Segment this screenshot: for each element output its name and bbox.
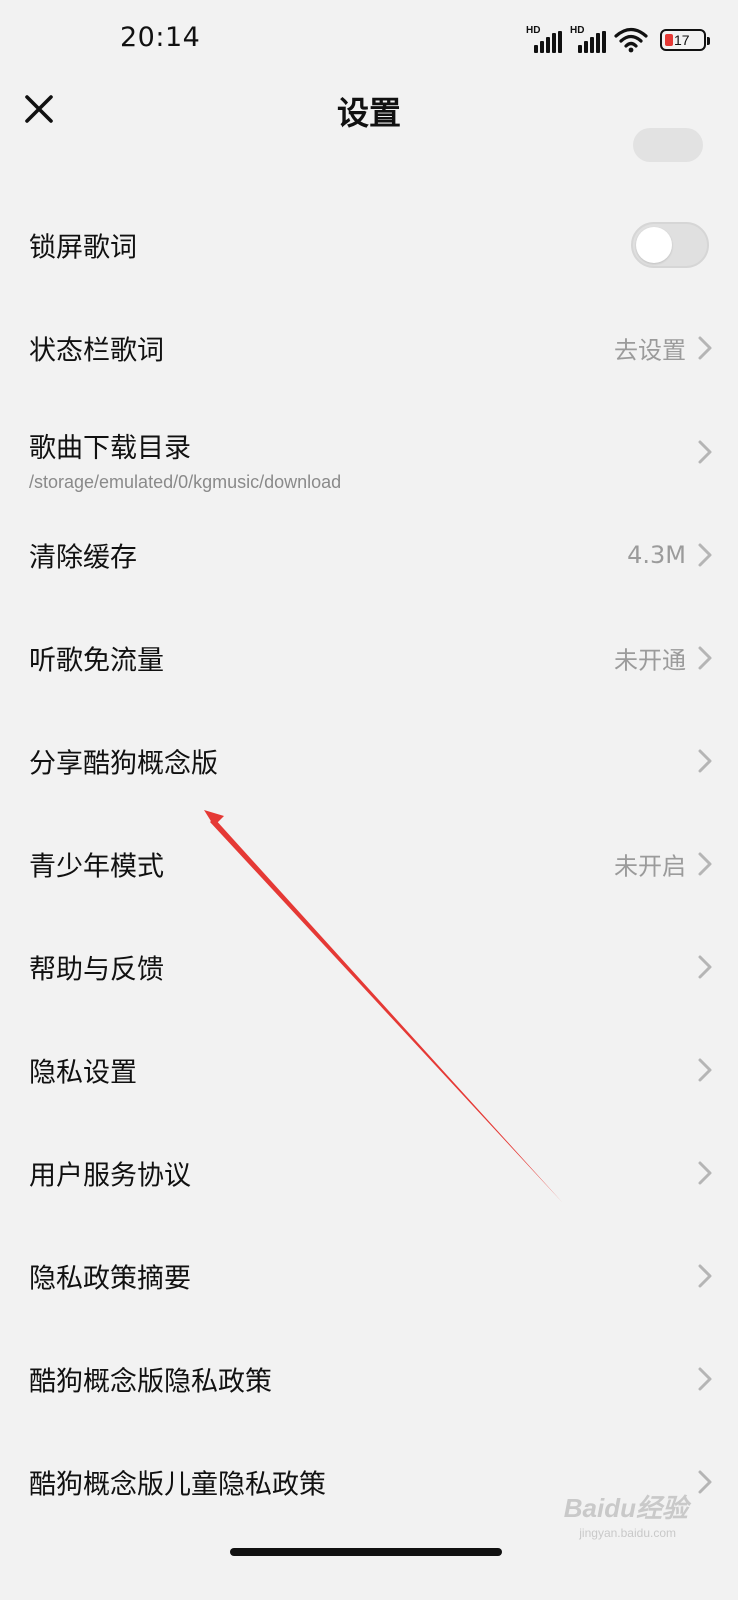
status-icons: HD HD 17: [526, 24, 710, 56]
settings-row-share-app[interactable]: 分享酷狗概念版: [0, 709, 738, 813]
chevron-right-icon: [698, 1367, 712, 1391]
settings-row-label: 歌曲下载目录: [29, 433, 191, 464]
chevron-right-icon: [698, 543, 712, 567]
settings-row-help-feedback[interactable]: 帮助与反馈: [0, 915, 738, 1019]
battery-level: 17: [674, 32, 690, 48]
chevron-right-icon: [698, 1470, 712, 1494]
status-time: 20:14: [120, 22, 201, 53]
settings-row-label: 用户服务协议: [29, 1160, 191, 1192]
settings-row-label: 状态栏歌词: [29, 335, 164, 367]
chevron-right-icon: [698, 1161, 712, 1185]
header: 设置: [0, 80, 738, 140]
settings-row-statusbar-lyrics[interactable]: 状态栏歌词 去设置: [0, 296, 738, 400]
battery-fill: [665, 34, 673, 46]
settings-row-user-agreement[interactable]: 用户服务协议: [0, 1121, 738, 1225]
chevron-right-icon: [698, 1058, 712, 1082]
settings-row-label: 青少年模式: [29, 851, 164, 883]
wifi-icon: [614, 27, 648, 53]
settings-row-label: 分享酷狗概念版: [29, 748, 218, 780]
cellular-signal-icon: HD: [570, 25, 606, 55]
settings-row-privacy-summary[interactable]: 隐私政策摘要: [0, 1224, 738, 1328]
settings-row-label: 锁屏歌词: [29, 232, 137, 264]
download-path: /storage/emulated/0/kgmusic/download: [29, 472, 342, 492]
settings-row-value: 去设置: [614, 336, 686, 365]
cache-size: 4.3M: [627, 541, 686, 569]
settings-row-lockscreen-lyrics[interactable]: 锁屏歌词: [0, 193, 738, 297]
settings-screen: 20:14 HD HD 17 设置 锁屏歌词 状态栏歌词 去设置 歌曲下载目录 …: [0, 0, 738, 1600]
settings-row-label: 帮助与反馈: [29, 954, 164, 986]
status-bar: 20:14 HD HD 17: [0, 0, 738, 80]
cellular-signal-icon: HD: [526, 25, 562, 55]
lockscreen-lyrics-toggle[interactable]: [631, 222, 709, 268]
settings-row-value: 未开通: [614, 646, 686, 675]
settings-row-label: 听歌免流量: [29, 645, 164, 677]
battery-icon: 17: [660, 29, 710, 51]
baidu-watermark-url: jingyan.baidu.com: [579, 1526, 676, 1540]
settings-row-value: 未开启: [614, 852, 686, 881]
partially-visible-toggle[interactable]: [633, 128, 703, 162]
settings-row-label: 隐私设置: [29, 1057, 137, 1089]
chevron-right-icon: [698, 646, 712, 670]
settings-row-clear-cache[interactable]: 清除缓存 4.3M: [0, 503, 738, 607]
chevron-right-icon: [698, 749, 712, 773]
settings-row-teen-mode[interactable]: 青少年模式 未开启: [0, 812, 738, 916]
chevron-right-icon: [698, 440, 712, 464]
settings-row-label: 隐私政策摘要: [29, 1263, 191, 1295]
home-indicator[interactable]: [230, 1548, 502, 1556]
settings-row-label: 清除缓存: [29, 542, 137, 574]
toggle-knob: [636, 227, 672, 263]
chevron-right-icon: [698, 852, 712, 876]
settings-row-download-directory[interactable]: 歌曲下载目录 /storage/emulated/0/kgmusic/downl…: [0, 400, 738, 504]
chevron-right-icon: [698, 955, 712, 979]
chevron-right-icon: [698, 336, 712, 360]
settings-row-privacy-policy[interactable]: 酷狗概念版隐私政策: [0, 1327, 738, 1431]
settings-row-privacy-settings[interactable]: 隐私设置: [0, 1018, 738, 1122]
page-title: 设置: [336, 94, 401, 132]
chevron-right-icon: [698, 1264, 712, 1288]
settings-row-label: 酷狗概念版儿童隐私政策: [29, 1469, 326, 1501]
baidu-watermark: Baidu经验: [563, 1493, 688, 1523]
settings-row-free-data[interactable]: 听歌免流量 未开通: [0, 606, 738, 710]
settings-row-label: 酷狗概念版隐私政策: [29, 1366, 272, 1398]
